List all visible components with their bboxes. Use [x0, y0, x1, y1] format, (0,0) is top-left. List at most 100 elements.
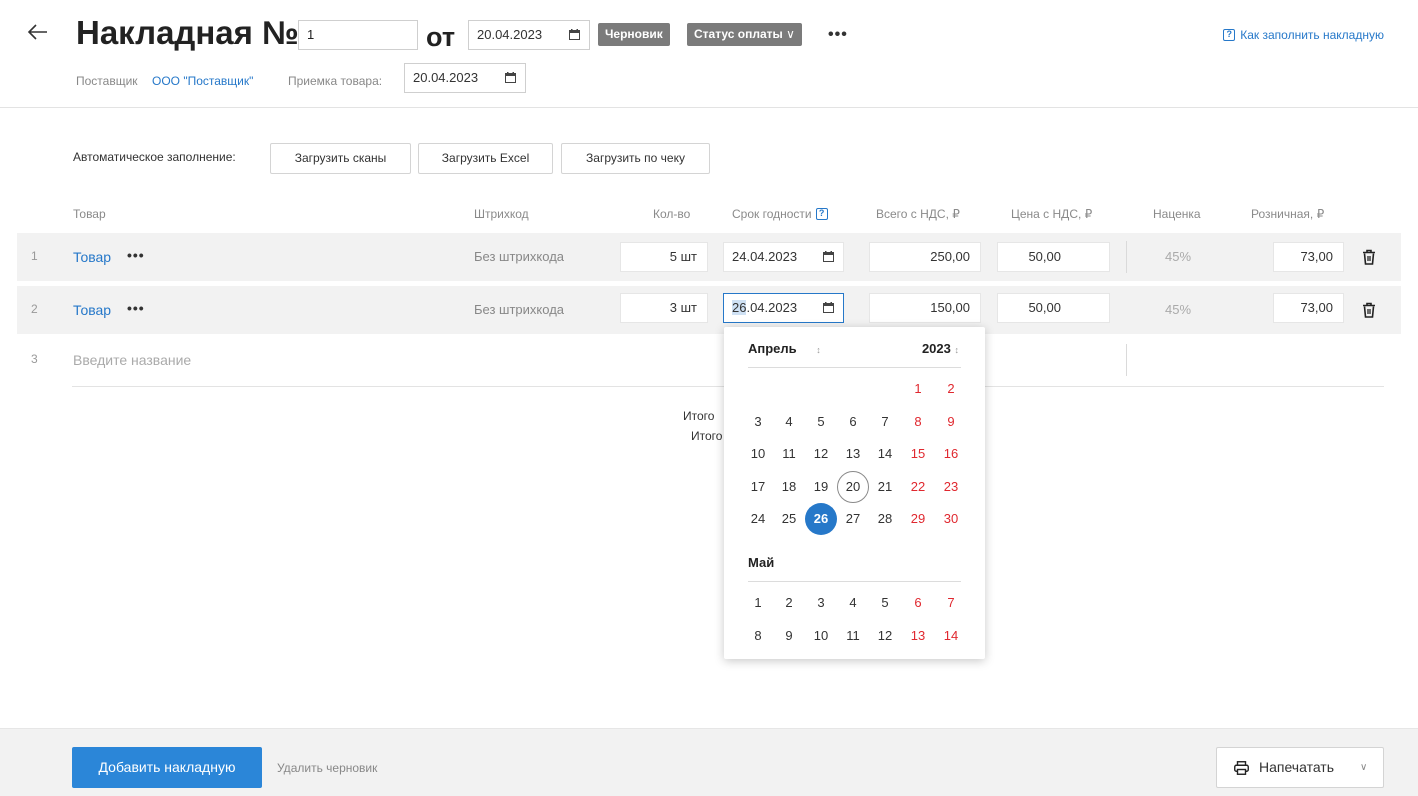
calendar-day[interactable]: 23 [935, 471, 967, 503]
markup-value: 45% [1165, 302, 1192, 317]
year-selector[interactable]: 2023 ↕ [922, 341, 959, 356]
calendar-day[interactable]: 12 [805, 438, 837, 470]
calendar-day[interactable]: 9 [935, 406, 967, 438]
receipt-label: Приемка товара: [288, 74, 383, 88]
row-number: 1 [31, 249, 38, 263]
markup-value: 45% [1165, 249, 1192, 264]
chevron-down-icon: ∨ [1360, 762, 1368, 773]
trash-icon[interactable] [1362, 249, 1376, 265]
calendar-day[interactable]: 4 [773, 406, 805, 438]
calendar-day[interactable]: 8 [742, 620, 774, 652]
calendar-day[interactable]: 24 [742, 503, 774, 535]
add-invoice-button[interactable]: Добавить накладную [72, 747, 262, 788]
back-arrow-icon[interactable] [26, 20, 50, 44]
total-vat-input[interactable]: 250,00 [869, 242, 981, 272]
payment-status-dropdown[interactable]: Статус оплаты ∨ [687, 23, 802, 46]
print-button[interactable]: Напечатать ∨ [1216, 747, 1384, 788]
calendar-day[interactable]: 9 [773, 620, 805, 652]
product-link[interactable]: Товар [73, 302, 111, 318]
calendar-day[interactable]: 25 [773, 503, 805, 535]
trash-icon[interactable] [1362, 302, 1376, 318]
question-icon[interactable]: ? [815, 208, 828, 220]
qty-input[interactable]: 3 шт [620, 293, 708, 323]
supplier-label: Поставщик [76, 74, 138, 88]
qty-input[interactable]: 5 шт [620, 242, 708, 272]
column-barcode: Штрихкод [474, 207, 529, 221]
receipt-date-picker[interactable]: 20.04.2023 [404, 63, 526, 93]
help-link[interactable]: ? Как заполнить накладную [1223, 28, 1384, 42]
calendar-day[interactable]: 13 [902, 620, 934, 652]
calendar-day[interactable]: 21 [869, 471, 901, 503]
calendar-day[interactable]: 14 [935, 620, 967, 652]
calendar-day[interactable]: 3 [805, 587, 837, 619]
more-options-icon[interactable]: ••• [127, 247, 145, 263]
retail-price-input[interactable]: 73,00 [1273, 293, 1344, 323]
upload-scans-button[interactable]: Загрузить сканы [270, 143, 411, 174]
calendar-day[interactable]: 13 [837, 438, 869, 470]
question-icon: ? [1223, 29, 1236, 41]
table-row: 1 Товар ••• Без штрихкода 5 шт 24.04.202… [17, 233, 1401, 281]
year-label: 2023 [921, 341, 951, 356]
product-link[interactable]: Товар [73, 249, 111, 265]
calendar-day[interactable]: 8 [902, 406, 934, 438]
calendar-day[interactable]: 17 [742, 471, 774, 503]
price-vat-input[interactable]: 50,00 [997, 242, 1110, 272]
total-label: Итого [691, 429, 723, 443]
calendar-day[interactable]: 5 [869, 587, 901, 619]
price-vat-input[interactable]: 50,00 [997, 293, 1110, 323]
column-qty: Кол-во [653, 207, 691, 221]
retail-price-input[interactable]: 73,00 [1273, 242, 1344, 272]
divider [748, 581, 961, 582]
calendar-day[interactable]: 14 [869, 438, 901, 470]
calendar-day[interactable]: 27 [837, 503, 869, 535]
divider [1126, 241, 1127, 273]
month-label: Май [748, 555, 775, 570]
supplier-link[interactable]: ООО "Поставщик" [152, 74, 253, 88]
from-label: от [426, 22, 456, 52]
calendar-day[interactable]: 26 [805, 503, 837, 535]
calendar-day[interactable]: 15 [902, 438, 934, 470]
calendar-day[interactable]: 12 [869, 620, 901, 652]
calendar-day[interactable]: 29 [902, 503, 934, 535]
calendar-day[interactable]: 11 [837, 620, 869, 652]
delete-draft-link[interactable]: Удалить черновик [277, 761, 377, 775]
calendar-icon [505, 72, 516, 83]
invoice-number-input[interactable]: 1 [298, 20, 418, 50]
calendar-day[interactable]: 20 [837, 471, 869, 503]
calendar-day[interactable]: 1 [902, 373, 934, 405]
month-label: Апрель [748, 341, 797, 356]
calendar-day[interactable]: 7 [935, 587, 967, 619]
calendar-day[interactable]: 2 [773, 587, 805, 619]
calendar-day[interactable]: 6 [902, 587, 934, 619]
chevron-down-icon: ∨ [786, 27, 795, 41]
new-product-input[interactable]: Введите название [73, 352, 191, 368]
calendar-day[interactable]: 2 [935, 373, 967, 405]
expiry-date-picker[interactable]: 24.04.2023 [723, 242, 844, 272]
calendar-day[interactable]: 6 [837, 406, 869, 438]
calendar-day[interactable]: 10 [805, 620, 837, 652]
expiry-date-picker[interactable]: 26.04.2023 [723, 293, 844, 323]
calendar-day[interactable]: 1 [742, 587, 774, 619]
month-selector[interactable]: Апрель ↕ [748, 341, 821, 356]
sort-arrows-icon: ↕ [954, 345, 960, 355]
calendar-day[interactable]: 30 [935, 503, 967, 535]
upload-receipt-button[interactable]: Загрузить по чеку [561, 143, 710, 174]
calendar-day[interactable]: 10 [742, 438, 774, 470]
invoice-date-picker[interactable]: 20.04.2023 [468, 20, 590, 50]
calendar-day[interactable]: 22 [902, 471, 934, 503]
upload-excel-button[interactable]: Загрузить Excel [418, 143, 553, 174]
more-options-icon[interactable]: ••• [828, 26, 848, 44]
calendar-day[interactable]: 18 [773, 471, 805, 503]
page-title: Накладная № [76, 14, 299, 51]
calendar-day[interactable]: 3 [742, 406, 774, 438]
calendar-day[interactable]: 5 [805, 406, 837, 438]
calendar-day[interactable]: 4 [837, 587, 869, 619]
calendar-day[interactable]: 7 [869, 406, 901, 438]
calendar-day[interactable]: 19 [805, 471, 837, 503]
calendar-day[interactable]: 16 [935, 438, 967, 470]
total-vat-input[interactable]: 150,00 [869, 293, 981, 323]
expiry-date-selected-part: 26 [732, 300, 747, 315]
calendar-day[interactable]: 11 [773, 438, 805, 470]
calendar-day[interactable]: 28 [869, 503, 901, 535]
more-options-icon[interactable]: ••• [127, 300, 145, 316]
